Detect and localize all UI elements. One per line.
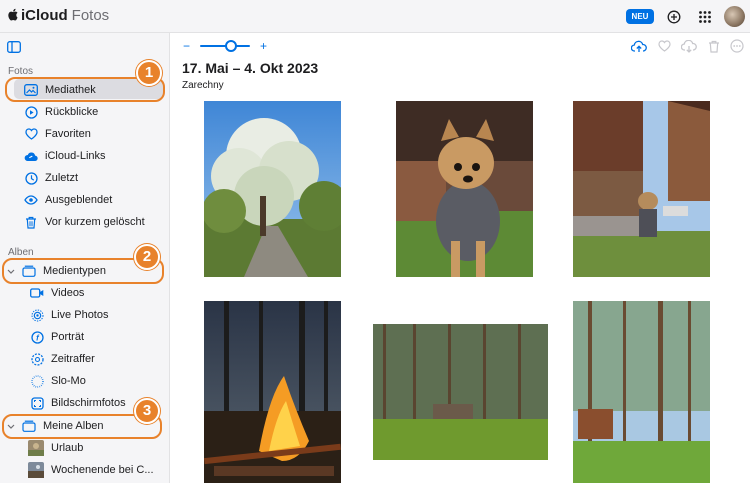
sidebar-item-geloescht[interactable]: Vor kurzem gelöscht (0, 211, 170, 233)
trash-icon (24, 215, 38, 229)
callout-badge-2: 2 (134, 244, 160, 270)
heart-icon (24, 127, 38, 141)
user-avatar[interactable] (724, 6, 745, 27)
sidebar-item-label: Urlaub (51, 442, 84, 454)
live-photo-icon (30, 308, 44, 322)
zoom-in-button[interactable]: + (260, 39, 267, 53)
zoom-slider[interactable] (200, 40, 251, 52)
location-label: Zarechny (182, 80, 224, 91)
sidebar-item-label: Wochenende bei C... (51, 464, 154, 476)
photo-thumbnail[interactable] (204, 301, 341, 483)
sidebar-item-label: Medientypen (43, 265, 106, 277)
cloud-link-icon (24, 149, 38, 163)
sidebar-item-rueckblicke[interactable]: Rückblicke (0, 101, 170, 123)
album-stack-icon (22, 264, 36, 278)
sidebar-item-label: Videos (51, 287, 85, 299)
sidebar-item-portraet[interactable]: f Porträt (0, 326, 170, 348)
new-badge[interactable]: NEU (626, 9, 654, 24)
timelapse-icon (30, 352, 44, 366)
sidebar-item-urlaub[interactable]: Urlaub (0, 437, 170, 459)
sidebar-item-label: Slo-Mo (51, 375, 86, 387)
photos-library-icon (24, 83, 38, 97)
sidebar-item-label: Porträt (51, 331, 85, 343)
upload-cloud-icon[interactable] (631, 38, 647, 54)
photo-thumbnail[interactable] (573, 101, 710, 277)
favorite-heart-icon[interactable] (656, 38, 672, 54)
sidebar-item-label: Vor kurzem gelöscht (45, 216, 145, 228)
sidebar-item-label: Favoriten (45, 128, 91, 140)
sidebar-item-wochenende[interactable]: Wochenende bei C... (0, 459, 170, 481)
screenshot-icon (30, 396, 44, 410)
photo-thumbnail[interactable] (204, 101, 341, 277)
sidebar-item-slo-mo[interactable]: Slo-Mo (0, 370, 170, 392)
callout-badge-3: 3 (134, 398, 160, 424)
sidebar-item-label: Zeitraffer (51, 353, 95, 365)
sidebar-item-label: Live Photos (51, 309, 109, 321)
more-options-icon[interactable] (729, 38, 745, 54)
memories-icon (24, 105, 38, 119)
photo-thumbnail[interactable] (373, 324, 548, 460)
sidebar-item-label: Meine Alben (43, 420, 104, 432)
section-label-fotos: Fotos (8, 66, 34, 77)
zoom-out-button[interactable]: − (183, 39, 190, 53)
album-thumbnail (28, 440, 44, 456)
brand-icloud: iCloud (21, 7, 68, 24)
top-bar: iCloud Fotos NEU (0, 0, 750, 33)
zoom-control: − + (183, 39, 267, 53)
sidebar-item-videos[interactable]: Videos (0, 282, 170, 304)
zoom-slider-knob[interactable] (225, 40, 238, 52)
callout-badge-1: 1 (136, 60, 162, 86)
app-brand[interactable]: iCloud Fotos (8, 7, 109, 24)
delete-trash-icon[interactable] (706, 38, 722, 54)
sidebar-item-favoriten[interactable]: Favoriten (0, 123, 170, 145)
album-thumbnail (28, 462, 44, 478)
album-stack-icon (22, 419, 36, 433)
brand-photos: Fotos (71, 7, 110, 24)
svg-text:f: f (36, 333, 40, 342)
photo-thumbnail[interactable] (573, 301, 710, 483)
sidebar-item-zuletzt[interactable]: Zuletzt (0, 167, 170, 189)
sidebar-item-label: iCloud-Links (45, 150, 106, 162)
sidebar-item-label: Mediathek (45, 84, 96, 96)
sidebar-item-label: Zuletzt (45, 172, 79, 184)
slomo-icon (30, 374, 44, 388)
sidebar-item-ausgeblendet[interactable]: Ausgeblendet (0, 189, 170, 211)
section-label-alben: Alben (8, 247, 34, 258)
eye-icon (24, 193, 38, 207)
page-title: 17. Mai – 4. Okt 2023 (182, 60, 319, 76)
photo-thumbnail[interactable] (396, 101, 533, 277)
apple-logo-icon (8, 8, 19, 24)
clock-icon (24, 171, 38, 185)
sidebar-item-zeitraffer[interactable]: Zeitraffer (0, 348, 170, 370)
sidebar-item-label: Rückblicke (45, 106, 99, 118)
add-circle-icon[interactable] (665, 8, 683, 26)
sidebar-item-label: Bildschirmfotos (51, 397, 126, 409)
portrait-icon: f (30, 330, 44, 344)
sidebar-item-live-photos[interactable]: Live Photos (0, 304, 170, 326)
sidebar-item-label: Ausgeblendet (45, 194, 113, 206)
sidebar-item-icloud-links[interactable]: iCloud-Links (0, 145, 170, 167)
sidebar-toggle-icon[interactable] (7, 40, 21, 53)
download-cloud-icon[interactable] (681, 38, 697, 54)
app-grid-icon[interactable] (696, 8, 714, 26)
video-icon (30, 286, 44, 300)
